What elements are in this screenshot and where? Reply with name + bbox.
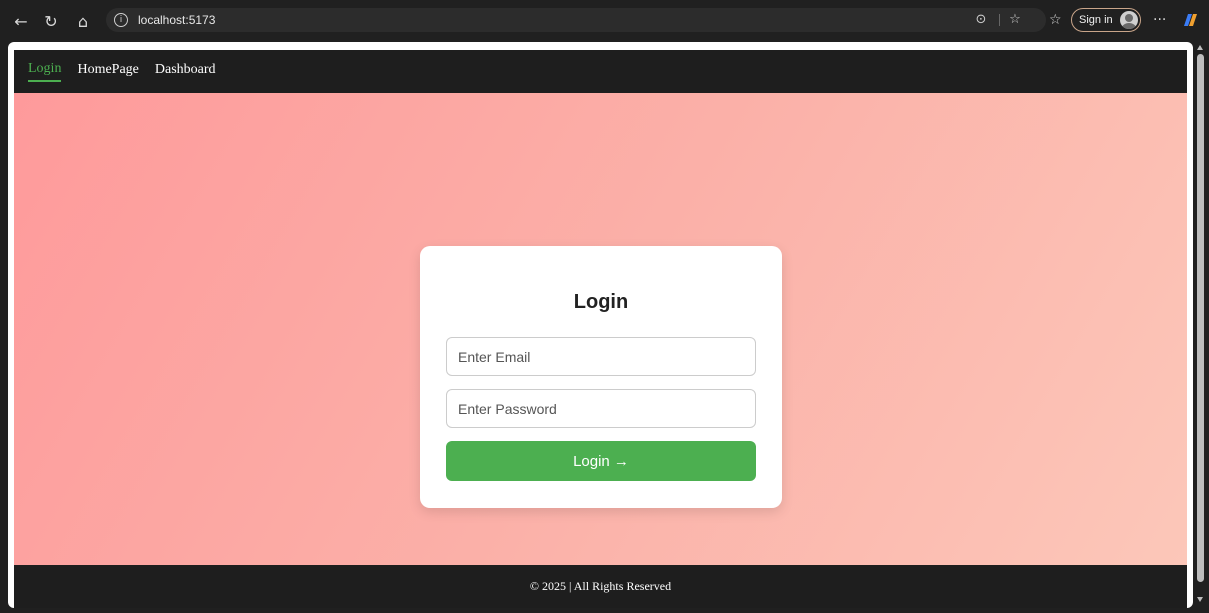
login-title: Login — [573, 291, 629, 313]
copilot-icon[interactable] — [1180, 10, 1200, 30]
favorite-star-icon[interactable]: ☆ — [1007, 12, 1023, 28]
back-arrow-icon[interactable]: ← — [8, 8, 34, 34]
nav-link-homepage[interactable]: HomePage — [77, 62, 138, 81]
home-icon[interactable]: ⌂ — [70, 8, 96, 34]
login-button[interactable]: Login → — [446, 441, 756, 481]
nav-link-dashboard[interactable]: Dashboard — [155, 62, 216, 81]
more-options-icon[interactable]: ··· — [1153, 10, 1166, 30]
password-input[interactable] — [446, 389, 756, 428]
login-background: Login Login → — [14, 93, 1187, 565]
page-viewport: Login HomePage Dashboard Login Login → ©… — [8, 42, 1193, 608]
login-card: Login Login → — [420, 246, 782, 508]
favorites-icon[interactable]: ☆ — [1049, 10, 1062, 30]
site-info-icon[interactable]: i — [114, 13, 128, 27]
address-separator — [999, 14, 1000, 26]
email-input[interactable] — [446, 337, 756, 376]
scroll-down-icon[interactable] — [1197, 597, 1203, 602]
sign-in-label: Sign in — [1079, 14, 1113, 26]
page-footer: © 2025 | All Rights Reserved — [14, 565, 1187, 608]
scroll-up-icon[interactable] — [1197, 45, 1203, 50]
top-navigation: Login HomePage Dashboard — [14, 50, 1187, 93]
url-text: localhost:5173 — [138, 13, 216, 27]
reader-mode-icon[interactable]: ⊙ — [973, 12, 989, 28]
sign-in-button[interactable]: Sign in — [1071, 8, 1141, 32]
footer-copyright: © 2025 | All Rights Reserved — [529, 579, 672, 593]
address-bar[interactable]: i localhost:5173 ⊙ ☆ — [106, 8, 1046, 32]
nav-link-login[interactable]: Login — [28, 61, 62, 82]
scroll-thumb[interactable] — [1197, 54, 1204, 582]
vertical-scrollbar[interactable] — [1194, 42, 1207, 608]
reload-icon[interactable]: ↻ — [38, 8, 64, 34]
browser-toolbar: ← ↻ ⌂ i localhost:5173 ⊙ ☆ ☆ Sign in ··· — [0, 0, 1209, 40]
avatar-icon — [1120, 11, 1138, 29]
